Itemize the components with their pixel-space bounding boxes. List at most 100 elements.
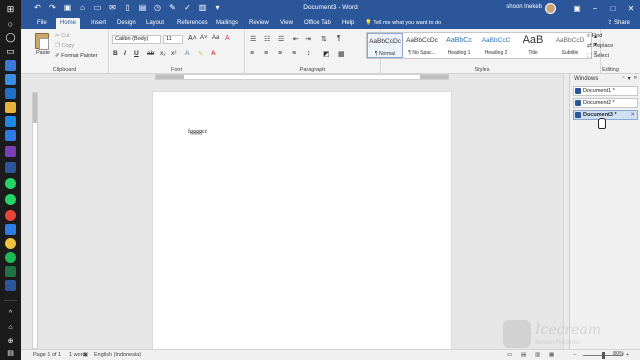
tab-office-tab[interactable]: Office Tab (300, 18, 335, 29)
close-icon[interactable]: ✕ (622, 0, 640, 17)
document-page[interactable]: fggggcc (153, 92, 451, 349)
italic-button[interactable]: I (124, 50, 126, 57)
show-formatting-icon[interactable]: ¶ (337, 35, 341, 42)
font-color-icon[interactable]: A (211, 50, 216, 57)
user-name[interactable]: shoon lnekeb (506, 4, 542, 10)
highlight-icon[interactable]: ✎ (198, 50, 203, 58)
new-window-icon[interactable]: ▫ (623, 75, 625, 82)
mail-icon[interactable] (5, 130, 16, 141)
share-button[interactable]: ⇪ Share (607, 18, 630, 28)
multilevel-list-icon[interactable]: ☲ (278, 35, 284, 43)
onenote-icon[interactable] (5, 146, 16, 157)
maximize-icon[interactable]: □ (604, 0, 622, 17)
change-case-icon[interactable]: Aa (212, 35, 219, 41)
justify-icon[interactable]: ≡ (292, 50, 296, 57)
style-normal[interactable]: AaBbCcDc ¶ Normal (367, 33, 403, 58)
font-name-dropdown[interactable]: Calibri (Body) (112, 35, 161, 44)
underline-button[interactable]: U (134, 50, 139, 57)
format-painter-button[interactable]: ✐ Format Painter (55, 53, 98, 59)
tab-references[interactable]: References (173, 18, 212, 29)
whatsapp-web-icon[interactable] (5, 194, 16, 205)
superscript-button[interactable]: x² (171, 50, 176, 57)
horizontal-ruler[interactable] (155, 74, 449, 80)
style-no-spacing[interactable]: AaBbCcDc ¶ No Spac... (404, 33, 440, 58)
paste-button[interactable]: Paste (36, 50, 50, 56)
minimize-icon[interactable]: − (586, 0, 604, 17)
align-center-icon[interactable]: ≡ (264, 50, 268, 57)
tab-design[interactable]: Design (113, 18, 140, 29)
style-heading-2[interactable]: AaBbCcC Heading 2 (478, 33, 514, 58)
word-icon[interactable] (5, 162, 16, 173)
clear-formatting-icon[interactable]: A (225, 35, 230, 42)
edge-icon[interactable] (5, 60, 16, 71)
windows-start-icon[interactable]: ⊞ (5, 4, 16, 15)
grow-font-icon[interactable]: A˄ (188, 35, 197, 42)
numbering-icon[interactable]: ☷ (264, 35, 270, 43)
line-spacing-icon[interactable]: ↕ (307, 50, 311, 57)
subscript-button[interactable]: x₂ (160, 50, 166, 57)
pane-expand-icon[interactable]: » (634, 75, 637, 82)
language-icon[interactable]: ⊕ (5, 336, 16, 347)
tab-file[interactable]: File (33, 18, 51, 29)
text-effects-icon[interactable]: A (185, 50, 189, 57)
tab-insert[interactable]: Insert (87, 18, 110, 29)
tab-view[interactable]: View (276, 18, 297, 29)
window-item-document1[interactable]: Document1 * (573, 86, 638, 96)
app-icon[interactable] (5, 224, 16, 235)
tab-mailings[interactable]: Mailings (212, 18, 242, 29)
sort-icon[interactable]: ⇅ (321, 35, 327, 43)
paste-icon[interactable] (35, 33, 49, 50)
shrink-font-icon[interactable]: A˅ (200, 35, 208, 41)
select-button[interactable]: ⬚ Select (587, 53, 609, 59)
copy-button[interactable]: ❐ Copy (55, 43, 74, 49)
spotify-icon[interactable] (5, 252, 16, 263)
network-icon[interactable]: ⌂ (5, 322, 16, 333)
folder-icon[interactable] (5, 102, 16, 113)
tab-help[interactable]: Help (338, 18, 358, 29)
increase-indent-icon[interactable]: ⇥ (305, 35, 311, 43)
find-button[interactable]: ⌕ Find (587, 33, 602, 40)
task-view-icon[interactable]: ▭ (5, 46, 16, 57)
tell-me-search[interactable]: 💡 Tell me what you want to do (365, 18, 441, 28)
chrome-canary-icon[interactable] (5, 238, 16, 249)
close-window-icon[interactable]: ✕ (630, 111, 635, 119)
cut-button[interactable]: ✂ Cut (55, 33, 70, 39)
shading-icon[interactable]: ◩ (323, 50, 330, 58)
language-status[interactable]: English (Indonesia) (94, 352, 141, 358)
font-size-dropdown[interactable]: 11 (163, 35, 183, 44)
whatsapp-icon[interactable] (5, 178, 16, 189)
window-item-document2[interactable]: Document2 * (573, 98, 638, 108)
chevron-up-icon[interactable]: ^ (5, 308, 16, 319)
page-count[interactable]: Page 1 of 1 (33, 352, 61, 358)
notification-icon[interactable]: ▤ (5, 348, 16, 359)
title-bar: ↶ ↷ ▣ ⌂ ▭ ✉ ▯ ▤ ◷ ✎ ✓ ▥ ▾ Document3 - Wo… (21, 0, 640, 17)
borders-icon[interactable]: ▦ (338, 50, 345, 58)
tab-home[interactable]: Home (56, 18, 81, 29)
explorer-icon[interactable] (5, 88, 16, 99)
strikethrough-button[interactable]: ab (147, 50, 154, 57)
zoom-level[interactable]: 80% (613, 351, 624, 357)
chrome-icon[interactable] (5, 210, 16, 221)
avatar[interactable] (545, 3, 556, 14)
ribbon-display-options-icon[interactable]: ▣ (568, 0, 586, 17)
align-right-icon[interactable]: ≡ (278, 50, 282, 57)
style-heading-1[interactable]: AaBbCc Heading 1 (441, 33, 477, 58)
align-left-icon[interactable]: ≡ (250, 50, 254, 57)
proofing-icon[interactable]: ▣ (83, 352, 88, 358)
decrease-indent-icon[interactable]: ⇤ (293, 35, 299, 43)
pane-dropdown-icon[interactable]: ▾ (628, 75, 631, 82)
document-text[interactable]: fggggcc (188, 129, 207, 135)
replace-button[interactable]: ⇄ Replace (587, 43, 613, 49)
photoshop-icon[interactable] (5, 116, 16, 127)
tab-layout[interactable]: Layout (142, 18, 168, 29)
style-title[interactable]: AaB Title (515, 33, 551, 58)
cortana-icon[interactable]: ◯ (5, 32, 16, 43)
store-icon[interactable] (5, 74, 16, 85)
tab-review[interactable]: Review (245, 18, 273, 29)
vertical-ruler[interactable] (32, 92, 38, 349)
bullets-icon[interactable]: ☰ (250, 35, 256, 43)
excel-icon[interactable] (5, 266, 16, 277)
search-icon[interactable]: ○ (5, 19, 16, 30)
word-running-icon[interactable] (5, 280, 16, 291)
bold-button[interactable]: B (113, 50, 118, 57)
